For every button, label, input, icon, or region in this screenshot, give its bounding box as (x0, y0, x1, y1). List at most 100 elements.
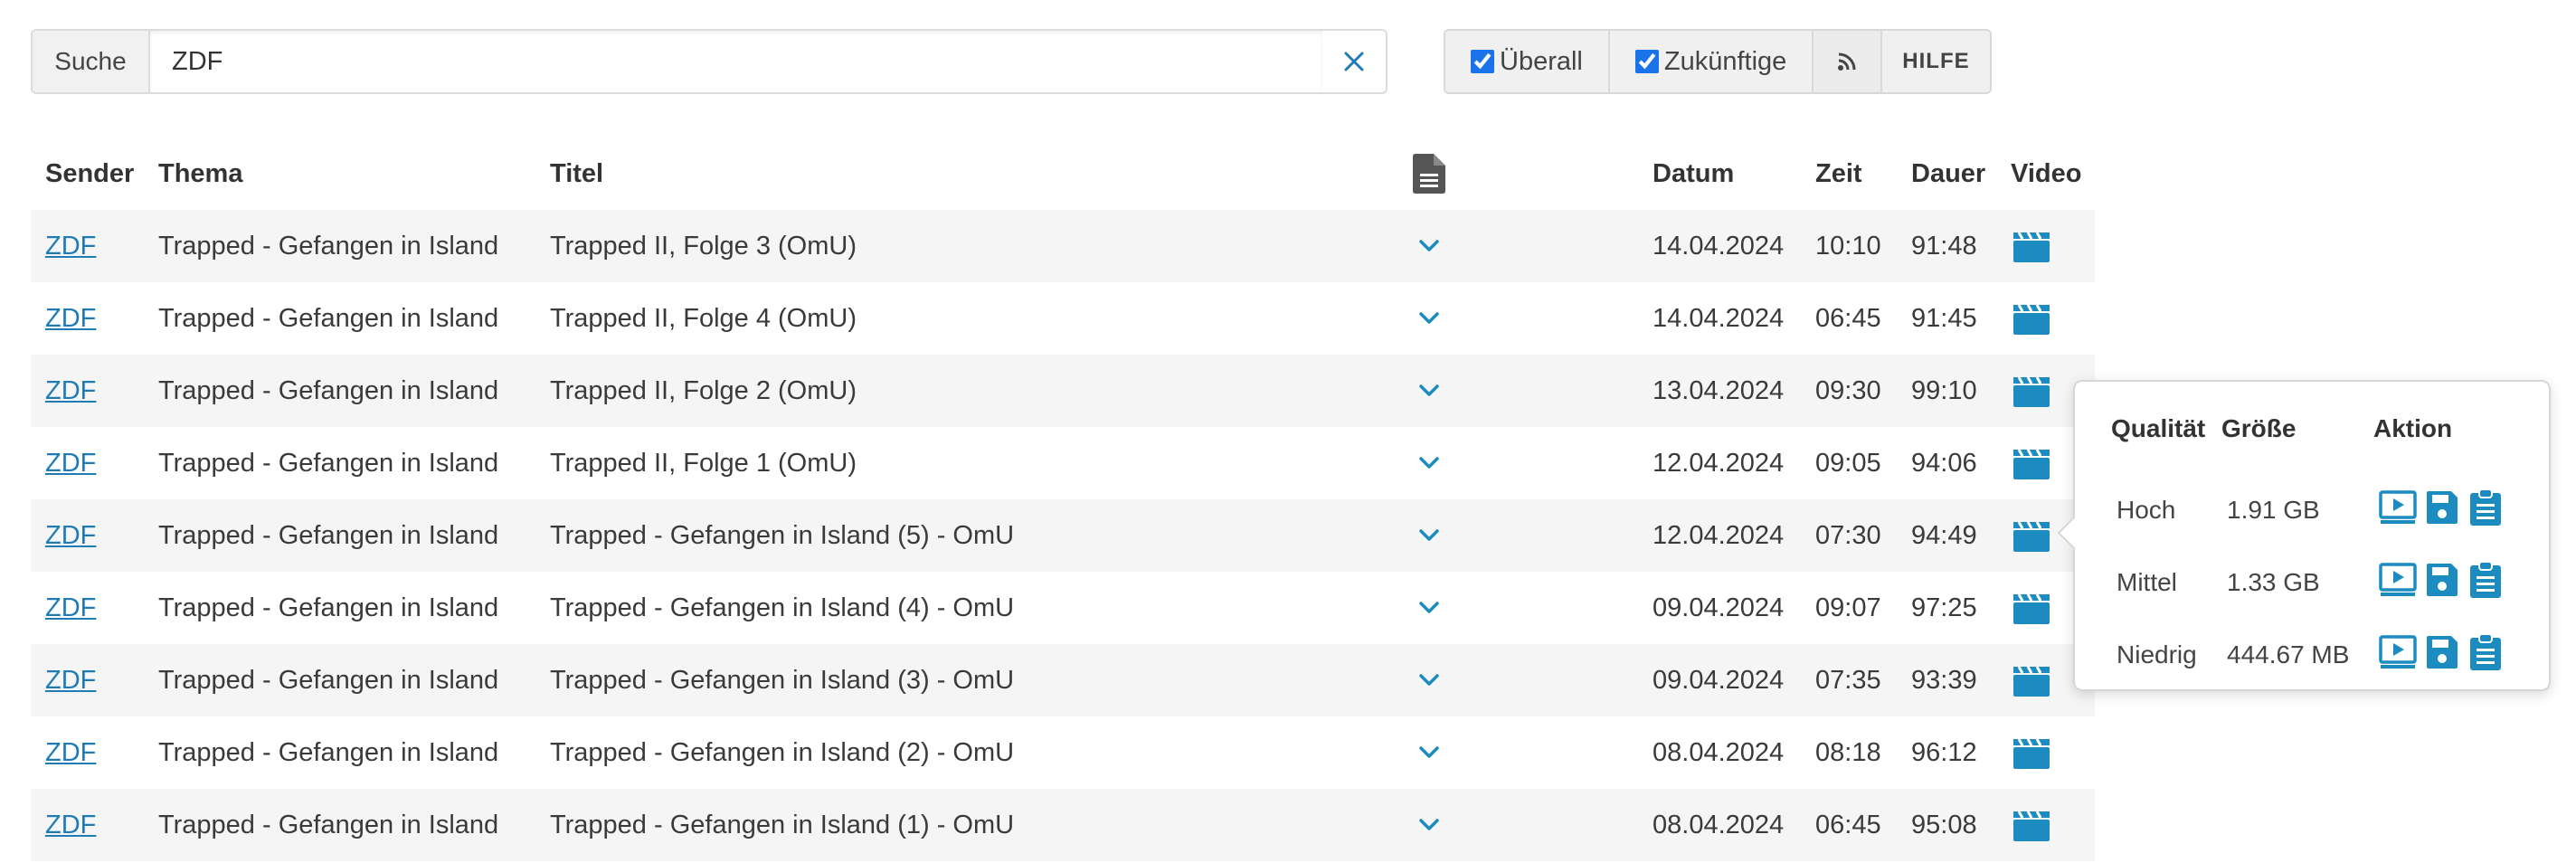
dauer-cell: 97:25 (1911, 593, 1977, 622)
zeit-cell: 09:30 (1815, 375, 1881, 405)
expand-description-button[interactable] (1418, 282, 1440, 355)
download-button[interactable] (2426, 490, 2458, 531)
titel-cell: Trapped II, Folge 4 (OmU) (550, 303, 857, 333)
header-titel[interactable]: Titel (550, 154, 603, 194)
expand-description-button[interactable] (1418, 499, 1440, 572)
clipboard-icon (2470, 561, 2501, 598)
rss-button[interactable] (1814, 31, 1883, 92)
floppy-disk-icon (2427, 564, 2458, 596)
expand-description-button[interactable] (1418, 210, 1440, 282)
future-checkbox[interactable] (1634, 50, 1659, 73)
thema-cell: Trapped - Gefangen in Island (158, 665, 499, 695)
clipboard-icon (2470, 633, 2501, 670)
sender-link[interactable]: ZDF (45, 593, 96, 623)
clapperboard-icon (2013, 593, 2050, 624)
size-label: 1.33 GB (2227, 568, 2320, 596)
thema-cell: Trapped - Gefangen in Island (158, 231, 499, 261)
expand-description-button[interactable] (1418, 427, 1440, 499)
quality-label: Niedrig (2117, 640, 2197, 669)
header-sender[interactable]: Sender (45, 154, 134, 194)
sender-link[interactable]: ZDF (45, 376, 96, 406)
size-label: 444.67 MB (2227, 640, 2350, 669)
header-dauer[interactable]: Dauer (1911, 154, 1985, 194)
sender-link[interactable]: ZDF (45, 811, 96, 840)
floppy-disk-icon (2427, 636, 2458, 669)
header-zeit[interactable]: Zeit (1815, 154, 1862, 194)
dauer-cell: 94:06 (1911, 448, 1977, 478)
search-group: Suche (31, 29, 1387, 94)
everywhere-toggle[interactable]: Überall (1445, 31, 1610, 92)
header-video: Video (2011, 158, 2082, 188)
search-label: Suche (33, 31, 150, 92)
floppy-disk-icon (2427, 491, 2458, 524)
thema-cell: Trapped - Gefangen in Island (158, 593, 499, 622)
header-thema[interactable]: Thema (158, 154, 242, 194)
datum-cell: 13.04.2024 (1653, 375, 1785, 405)
help-button[interactable]: HILFE (1882, 31, 1990, 92)
quality-label: Mittel (2117, 568, 2177, 596)
play-button[interactable] (2379, 563, 2417, 603)
dauer-cell: 95:08 (1911, 810, 1977, 839)
dauer-cell: 91:45 (1911, 303, 1977, 333)
play-icon (2379, 635, 2417, 669)
expand-description-button[interactable] (1418, 644, 1440, 716)
sender-link[interactable]: ZDF (45, 521, 96, 551)
clear-search-button[interactable] (1322, 31, 1386, 92)
close-icon (1344, 52, 1364, 71)
clipboard-icon (2470, 488, 2501, 526)
video-button[interactable] (2013, 789, 2050, 861)
play-icon (2379, 490, 2417, 524)
header-datum[interactable]: Datum (1653, 154, 1734, 194)
zeit-cell: 08:18 (1815, 737, 1881, 767)
search-input[interactable] (150, 31, 1322, 92)
future-toggle[interactable]: Zukünftige (1609, 31, 1814, 92)
thema-cell: Trapped - Gefangen in Island (158, 810, 499, 839)
everywhere-checkbox[interactable] (1471, 50, 1494, 73)
download-button[interactable] (2426, 563, 2458, 603)
popover-header-quality: Qualität (2111, 414, 2206, 442)
popover-header-action: Aktion (2373, 414, 2453, 442)
video-button[interactable] (2013, 427, 2050, 499)
datum-cell: 14.04.2024 (1653, 303, 1785, 333)
clapperboard-icon (2013, 738, 2050, 769)
play-button[interactable] (2379, 635, 2417, 676)
play-button[interactable] (2379, 490, 2417, 531)
video-button[interactable] (2013, 499, 2050, 572)
expand-description-button[interactable] (1418, 716, 1440, 789)
popover-header-size: Größe (2221, 414, 2297, 442)
video-button[interactable] (2013, 210, 2050, 282)
zeit-cell: 09:07 (1815, 593, 1881, 622)
dauer-cell: 96:12 (1911, 737, 1977, 767)
copy-link-button[interactable] (2469, 561, 2502, 605)
thema-cell: Trapped - Gefangen in Island (158, 303, 499, 333)
video-button[interactable] (2013, 644, 2050, 716)
titel-cell: Trapped - Gefangen in Island (4) - OmU (550, 593, 1015, 622)
download-button[interactable] (2426, 635, 2458, 676)
everywhere-label: Überall (1500, 46, 1583, 76)
chevron-down-icon (1419, 819, 1439, 830)
sender-link[interactable]: ZDF (45, 449, 96, 479)
table-row: ZDF Trapped - Gefangen in Island Trapped -… (31, 572, 2095, 644)
sender-link[interactable]: ZDF (45, 304, 96, 334)
table-row: ZDF Trapped - Gefangen in Island Trapped -… (31, 789, 2095, 861)
video-button[interactable] (2013, 572, 2050, 644)
expand-description-button[interactable] (1418, 355, 1440, 427)
size-label: 1.91 GB (2227, 496, 2320, 524)
copy-link-button[interactable] (2469, 633, 2502, 678)
video-button[interactable] (2013, 355, 2050, 427)
sender-link[interactable]: ZDF (45, 738, 96, 768)
filter-toolbar: Überall Zukünftige HILFE (1444, 29, 1992, 94)
copy-link-button[interactable] (2469, 488, 2502, 533)
titel-cell: Trapped - Gefangen in Island (1) - OmU (550, 810, 1015, 839)
video-button[interactable] (2013, 282, 2050, 355)
expand-description-button[interactable] (1418, 789, 1440, 861)
expand-description-button[interactable] (1418, 572, 1440, 644)
datum-cell: 12.04.2024 (1653, 520, 1785, 550)
play-icon (2379, 563, 2417, 596)
document-icon (1413, 154, 1445, 194)
zeit-cell: 07:35 (1815, 665, 1881, 695)
sender-link[interactable]: ZDF (45, 666, 96, 696)
video-button[interactable] (2013, 716, 2050, 789)
sender-link[interactable]: ZDF (45, 232, 96, 261)
thema-cell: Trapped - Gefangen in Island (158, 375, 499, 405)
